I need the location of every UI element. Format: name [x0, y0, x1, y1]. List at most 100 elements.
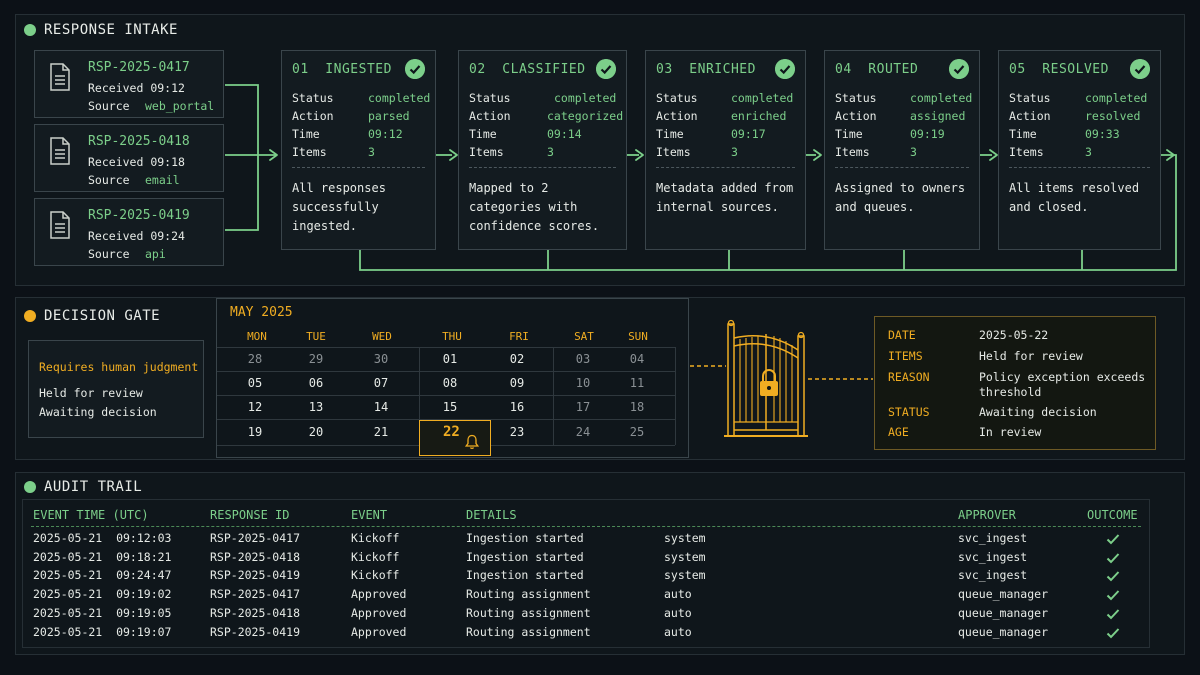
- audit-trail-title: AUDIT TRAIL: [24, 479, 142, 495]
- response-id: RSP-2025-0419: [88, 208, 190, 223]
- response-id: RSP-2025-0417: [210, 587, 301, 602]
- gate-illustration: [690, 319, 873, 437]
- column-header[interactable]: APPROVER: [958, 508, 1016, 522]
- received-text: Received 09:18: [88, 155, 185, 169]
- section-title-text: AUDIT TRAIL: [44, 479, 143, 495]
- audit-table: EVENT TIME (UTC) RESPONSE ID EVENT DETAI…: [22, 499, 1150, 648]
- calendar-day[interactable]: 30: [347, 347, 415, 371]
- items-value: 3: [1085, 145, 1092, 159]
- detail-value: Awaiting decision: [979, 405, 1097, 419]
- header-divider: [31, 526, 1141, 527]
- event-details: Ingestion started: [466, 531, 584, 545]
- approver: svc_ingest: [958, 531, 1028, 545]
- time-value: 09:12: [368, 127, 403, 141]
- calendar-day[interactable]: 06: [282, 371, 350, 395]
- action-value: assigned: [910, 109, 966, 123]
- event-time: 2025-05-21 09:12:03: [33, 531, 172, 545]
- judgment-line: Awaiting decision: [39, 405, 157, 419]
- status-label: Status: [835, 91, 877, 105]
- approver: queue_manager: [958, 624, 1049, 639]
- column-header[interactable]: EVENT: [351, 508, 387, 522]
- event-details: Routing assignment: [466, 624, 591, 639]
- event-details: Routing assignment: [466, 587, 591, 602]
- response-card[interactable]: RSP-2025-0418 Received 09:18 Source emai…: [34, 124, 224, 192]
- event-type: Approved: [351, 624, 407, 639]
- check-circle-icon: [596, 59, 616, 79]
- status-value: completed: [731, 91, 794, 105]
- status-label: Status: [656, 91, 698, 105]
- action-value: resolved: [1085, 109, 1141, 123]
- event-type: Kickoff: [351, 531, 400, 545]
- calendar-day[interactable]: 08: [416, 371, 484, 395]
- event-type: Kickoff: [351, 549, 400, 564]
- stage-note: All responses successfully ingested.: [292, 181, 386, 233]
- items-value: 3: [547, 145, 554, 159]
- stage-card-classified[interactable]: 02 CLASSIFIED Status completed Action ca…: [458, 50, 627, 250]
- check-circle-icon: [1130, 59, 1150, 79]
- calendar-day[interactable]: 20: [282, 420, 350, 444]
- calendar-day[interactable]: 02: [483, 347, 551, 371]
- action-label: Action: [656, 109, 698, 123]
- event-details: Ingestion started: [466, 549, 584, 564]
- calendar-day[interactable]: 18: [603, 395, 671, 419]
- stage-note: Mapped to 2 categories with confidence s…: [469, 181, 600, 233]
- calendar-day[interactable]: 09: [483, 371, 551, 395]
- time-value: 09:14: [547, 127, 582, 141]
- day-of-week: FRI: [509, 330, 529, 343]
- stage-title: 04 ROUTED: [835, 62, 919, 77]
- calendar-day-selected[interactable]: 22: [419, 420, 491, 456]
- stage-note: All items resolved and closed.: [1009, 181, 1140, 214]
- calendar-day[interactable]: 25: [603, 420, 671, 444]
- stage-card-routed[interactable]: 04 ROUTED Status completed Action assign…: [824, 50, 980, 250]
- calendar-day[interactable]: 29: [282, 347, 350, 371]
- stage-card-ingested[interactable]: 01 INGESTED Status completed Action pars…: [281, 50, 436, 250]
- calendar-day[interactable]: 21: [347, 420, 415, 444]
- decision-gate-title: DECISION GATE: [24, 308, 160, 324]
- document-icon: [50, 63, 70, 91]
- items-value: 3: [910, 145, 917, 159]
- column-header[interactable]: OUTCOME: [1087, 508, 1138, 522]
- action-label: Action: [292, 109, 334, 123]
- event-type: Approved: [351, 605, 407, 620]
- source-value: api: [145, 247, 166, 261]
- source-label: Source: [88, 247, 130, 261]
- column-header[interactable]: EVENT TIME (UTC): [33, 508, 149, 522]
- calendar-day[interactable]: 28: [221, 347, 289, 371]
- detail-label: REASON: [888, 370, 930, 384]
- stage-card-enriched[interactable]: 03 ENRICHED Status completed Action enri…: [645, 50, 806, 250]
- event-type: Kickoff: [351, 568, 400, 583]
- event-actor: system: [664, 568, 706, 583]
- grid-line: [675, 347, 676, 445]
- calendar-day[interactable]: 11: [603, 371, 671, 395]
- action-label: Action: [835, 109, 877, 123]
- calendar-day[interactable]: 23: [483, 420, 551, 444]
- detail-label: AGE: [888, 425, 909, 439]
- calendar-day[interactable]: 04: [603, 347, 671, 371]
- event-time: 2025-05-21 09:19:07: [33, 624, 172, 639]
- detail-value: Policy exception exceeds threshold: [979, 370, 1146, 399]
- calendar-day[interactable]: 16: [483, 395, 551, 419]
- response-card[interactable]: RSP-2025-0419 Received 09:24 Source api: [34, 198, 224, 266]
- event-time: 2025-05-21 09:19:02: [33, 587, 172, 602]
- column-header[interactable]: RESPONSE ID: [210, 508, 289, 522]
- calendar-day[interactable]: 14: [347, 395, 415, 419]
- calendar-day[interactable]: 05: [221, 371, 289, 395]
- approver: queue_manager: [958, 605, 1049, 620]
- check-circle-icon: [775, 59, 795, 79]
- calendar-day[interactable]: 07: [347, 371, 415, 395]
- check-icon: [1106, 609, 1120, 620]
- column-header[interactable]: DETAILS: [466, 508, 517, 522]
- calendar-day[interactable]: 15: [416, 395, 484, 419]
- calendar-day[interactable]: 19: [221, 420, 289, 444]
- event-actor: auto: [664, 605, 692, 620]
- status-label: Status: [1009, 91, 1051, 105]
- detail-value: 2025-05-22: [979, 328, 1049, 342]
- calendar-day[interactable]: 01: [416, 347, 484, 371]
- action-value: enriched: [731, 109, 787, 123]
- calendar-day[interactable]: 12: [221, 395, 289, 419]
- stage-card-resolved[interactable]: 05 RESOLVED Status completed Action reso…: [998, 50, 1161, 250]
- event-time: 2025-05-21 09:19:05: [33, 605, 172, 620]
- response-card[interactable]: RSP-2025-0417 Received 09:12 Source web_…: [34, 50, 224, 118]
- calendar-day[interactable]: 13: [282, 395, 350, 419]
- received-text: Received 09:12: [88, 81, 185, 95]
